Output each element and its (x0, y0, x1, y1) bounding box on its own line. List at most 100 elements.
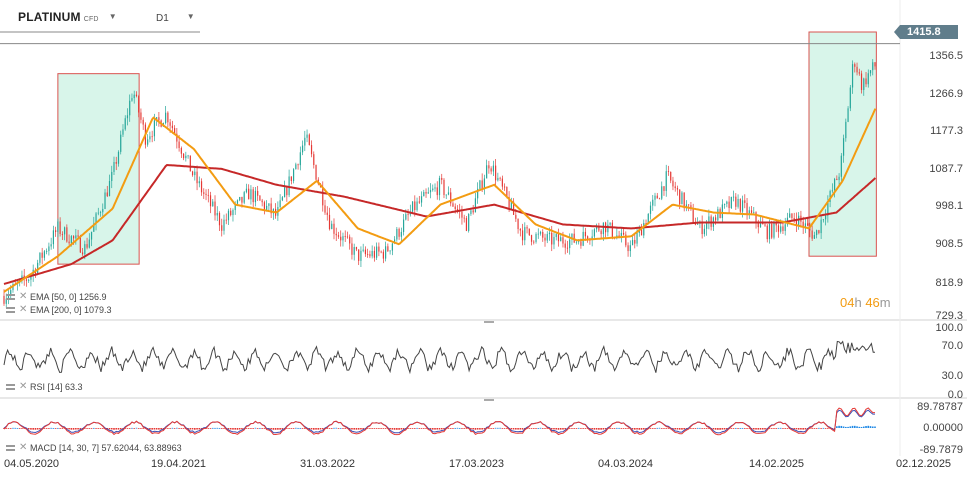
candle-body (367, 254, 369, 255)
macd-histogram-bar (640, 428, 643, 430)
candle-body (652, 199, 654, 206)
macd-histogram-bar (333, 427, 335, 429)
candle-body (308, 134, 310, 146)
macd-axis-label: 89.78787 (917, 401, 963, 413)
macd-histogram-bar (301, 428, 304, 429)
symbol-selector[interactable]: PLATINUM CFD ▼ (18, 10, 117, 24)
candle-body (378, 246, 380, 252)
macd-histogram-bar (119, 428, 122, 430)
candle-body (198, 181, 200, 184)
macd-histogram-bar (649, 428, 652, 429)
candle-body (869, 70, 872, 74)
macd-histogram-bar (660, 428, 663, 429)
candle-body (546, 234, 548, 241)
candle-body (322, 187, 324, 206)
macd-histogram-bar (440, 428, 443, 430)
chart-toolbar: PLATINUM CFD ▼ D1 ▼ (0, 0, 900, 32)
close-icon[interactable]: ✕ (19, 292, 27, 302)
macd-histogram-bar (339, 427, 342, 429)
macd-histogram-bar (797, 428, 800, 430)
candle-body (70, 236, 72, 244)
candle-body (124, 118, 126, 130)
macd-histogram-bar (16, 427, 19, 429)
close-icon[interactable]: ✕ (19, 305, 27, 315)
rsi-axis-label: 0.0 (947, 389, 963, 401)
candle-body (241, 196, 243, 203)
macd-histogram-bar (351, 428, 353, 430)
candle-body (551, 232, 553, 245)
macd-histogram-bar (620, 428, 623, 429)
macd-histogram-bar (739, 427, 742, 429)
settings-icon[interactable] (6, 383, 16, 391)
candle-body (221, 225, 223, 231)
settings-icon[interactable] (6, 306, 16, 314)
macd-histogram-bar (836, 426, 838, 428)
macd-histogram-bar (380, 428, 382, 429)
candle-body (454, 206, 456, 210)
macd-histogram-bar (153, 428, 156, 430)
chart-canvas[interactable] (0, 0, 967, 480)
macd-histogram-bar (344, 428, 347, 429)
macd-histogram-bar (400, 428, 403, 430)
settings-icon[interactable] (6, 293, 16, 301)
candle-body (721, 204, 723, 219)
candle-body (764, 224, 766, 226)
macd-histogram-bar (874, 426, 876, 428)
interval-selector[interactable]: D1 ▼ (156, 12, 195, 24)
macd-histogram-bar (256, 428, 259, 429)
pane-resize-handle[interactable] (484, 399, 494, 401)
macd-histogram-bar (299, 427, 302, 429)
candle-body (701, 221, 703, 235)
candle-body (622, 232, 625, 235)
macd-histogram-bar (541, 428, 544, 429)
candle-body (66, 227, 68, 242)
indicator-ema200: ✕ EMA [200, 0] 1079.3 (6, 305, 112, 315)
candle-body (557, 234, 560, 242)
macd-histogram-bar (721, 428, 724, 430)
candle-body (755, 212, 757, 223)
candle-body (780, 226, 782, 232)
candle-body (504, 186, 506, 188)
macd-histogram-bar (45, 428, 48, 429)
candle-body (872, 62, 874, 71)
macd-histogram-bar (194, 428, 196, 430)
candle-body (178, 141, 180, 149)
candle-body (279, 200, 281, 208)
macd-histogram-bar (636, 428, 638, 430)
macd-histogram-bar (449, 428, 452, 429)
candle-body (331, 223, 333, 230)
macd-histogram-bar (752, 428, 755, 430)
price-axis-label: 998.1 (935, 200, 963, 212)
candle-body (158, 117, 160, 121)
pane-resize-handle[interactable] (484, 321, 494, 323)
macd-histogram-bar (101, 428, 104, 429)
candle-body (524, 227, 526, 241)
candle-body (313, 154, 315, 166)
macd-histogram-bar (732, 428, 735, 429)
candle-body (634, 239, 636, 244)
candle-body (333, 223, 335, 234)
macd-histogram-bar (398, 428, 400, 430)
candle-body (636, 232, 638, 244)
candle-body (427, 192, 429, 194)
candle-body (126, 115, 129, 119)
candle-body (68, 241, 70, 244)
indicator-macd-label: MACD [14, 30, 7] 57.62044, 63.88963 (30, 443, 182, 453)
macd-histogram-bar (577, 427, 580, 429)
macd-histogram-bar (611, 428, 614, 429)
macd-histogram-bar (135, 427, 138, 429)
symbol-name: PLATINUM (18, 10, 81, 24)
indicator-ema200-label: EMA [200, 0] 1079.3 (30, 305, 112, 315)
candle-body (438, 177, 441, 196)
candle-body (726, 201, 728, 205)
candle-body (402, 219, 405, 232)
close-icon[interactable]: ✕ (19, 443, 27, 453)
macd-histogram-bar (860, 426, 863, 428)
settings-icon[interactable] (6, 444, 16, 452)
candle-body (600, 230, 602, 235)
macd-histogram-bar (827, 428, 829, 429)
close-icon[interactable]: ✕ (19, 382, 27, 392)
macd-histogram-bar (553, 428, 555, 430)
candle-body (782, 226, 784, 231)
macd-histogram-bar (474, 428, 477, 430)
